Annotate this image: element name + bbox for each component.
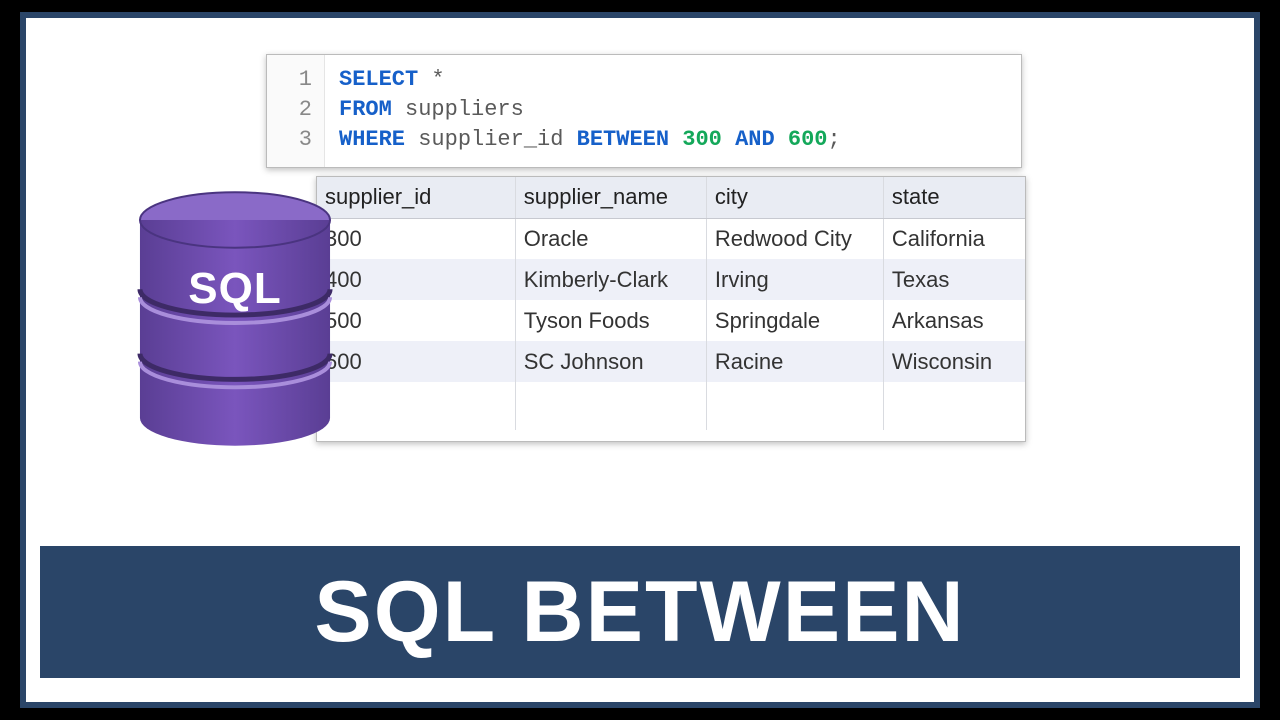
cell-supplier-name: Oracle xyxy=(515,218,706,259)
table-row: 300 Oracle Redwood City California xyxy=(317,218,1025,259)
code-line: SELECT * xyxy=(339,65,1021,95)
cell-city: Irving xyxy=(706,259,883,300)
literal-number: 300 xyxy=(682,127,722,152)
cell-state: Texas xyxy=(883,259,1025,300)
keyword-from: FROM xyxy=(339,97,392,122)
cell-state: Arkansas xyxy=(883,300,1025,341)
table-row: 400 Kimberly-Clark Irving Texas xyxy=(317,259,1025,300)
table-row: 500 Tyson Foods Springdale Arkansas xyxy=(317,300,1025,341)
cell-supplier-id: 400 xyxy=(317,259,515,300)
select-star: * xyxy=(431,67,444,92)
keyword-between: BETWEEN xyxy=(577,127,669,152)
column-header-state: state xyxy=(883,177,1025,218)
table-row-empty xyxy=(317,382,1025,430)
code-body: SELECT * FROM suppliers WHERE supplier_i… xyxy=(325,55,1021,167)
cell-supplier-name: Tyson Foods xyxy=(515,300,706,341)
column-header-supplier-name: supplier_name xyxy=(515,177,706,218)
table-row: 600 SC Johnson Racine Wisconsin xyxy=(317,341,1025,382)
sql-code-panel: 1 2 3 SELECT * FROM suppliers WHERE supp… xyxy=(266,54,1022,168)
terminator: ; xyxy=(828,127,841,152)
cell-supplier-name: Kimberly-Clark xyxy=(515,259,706,300)
line-number-gutter: 1 2 3 xyxy=(267,55,325,167)
where-column: supplier_id xyxy=(418,127,563,152)
cell-city: Redwood City xyxy=(706,218,883,259)
result-table: supplier_id supplier_name city state 300… xyxy=(317,177,1025,430)
line-number: 2 xyxy=(267,95,312,125)
code-line: WHERE supplier_id BETWEEN 300 AND 600; xyxy=(339,125,1021,155)
content-area: 1 2 3 SELECT * FROM suppliers WHERE supp… xyxy=(26,18,1254,528)
cell-city: Racine xyxy=(706,341,883,382)
keyword-and: AND xyxy=(735,127,775,152)
code-line: FROM suppliers xyxy=(339,95,1021,125)
table-name: suppliers xyxy=(405,97,524,122)
cell-city: Springdale xyxy=(706,300,883,341)
cell-supplier-id: 600 xyxy=(317,341,515,382)
database-icon-label: SQL xyxy=(136,264,334,314)
cell-state: Wisconsin xyxy=(883,341,1025,382)
line-number: 1 xyxy=(267,65,312,95)
cell-supplier-id: 500 xyxy=(317,300,515,341)
column-header-supplier-id: supplier_id xyxy=(317,177,515,218)
cell-supplier-id: 300 xyxy=(317,218,515,259)
keyword-select: SELECT xyxy=(339,67,418,92)
literal-number: 600 xyxy=(788,127,828,152)
keyword-where: WHERE xyxy=(339,127,405,152)
slide-frame: 1 2 3 SELECT * FROM suppliers WHERE supp… xyxy=(20,12,1260,708)
cell-state: California xyxy=(883,218,1025,259)
database-icon: SQL xyxy=(136,190,334,448)
result-table-panel: supplier_id supplier_name city state 300… xyxy=(316,176,1026,442)
column-header-city: city xyxy=(706,177,883,218)
page-title: SQL BETWEEN xyxy=(314,563,965,662)
cell-supplier-name: SC Johnson xyxy=(515,341,706,382)
table-header-row: supplier_id supplier_name city state xyxy=(317,177,1025,218)
line-number: 3 xyxy=(267,125,312,155)
title-banner: SQL BETWEEN xyxy=(40,546,1240,678)
